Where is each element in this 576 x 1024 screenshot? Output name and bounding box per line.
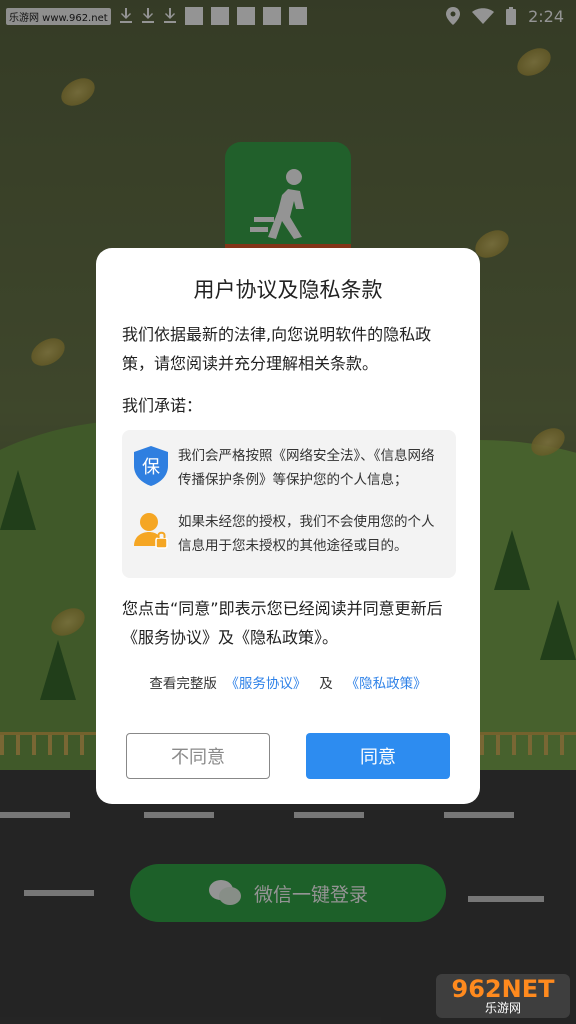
app-screen: 微信一键登录 乐游网 www.962.net 2:24 用户协议及隐私条款 我们… [0,0,576,1024]
user-lock-icon [134,513,168,549]
consent-text: 您点击“同意”即表示您已经阅读并同意更新后《服务协议》及《隐私政策》。 [122,599,443,647]
promise-item: 保 我们会严格按照《网络安全法》、《信息网络传播保护条例》等保护您的个人信息； [134,444,444,492]
dialog-buttons: 不同意 同意 [126,733,450,779]
promise-heading: 我们承诺： [122,396,203,415]
privacy-policy-link[interactable]: 《隐私政策》 [346,676,427,692]
promise-text-authorization: 如果未经您的授权，我们不会使用您的个人信息用于您未授权的其他途径或目的。 [178,514,435,554]
privacy-dialog: 用户协议及隐私条款 我们依据最新的法律,向您说明软件的隐私政策，请您阅读并充分理… [96,248,480,804]
promise-item: 如果未经您的授权，我们不会使用您的个人信息用于您未授权的其他途径或目的。 [134,510,444,558]
policy-links-row: 查看完整版 《服务协议》 及 《隐私政策》 [122,672,454,692]
promise-text-security-law: 我们会严格按照《网络安全法》、《信息网络传播保护条例》等保护您的个人信息； [178,448,435,488]
service-agreement-link[interactable]: 《服务协议》 [225,676,306,692]
brand-watermark-bottom: 乐游网 [484,1001,521,1015]
brand-watermark: 962NET 乐游网 [436,974,570,1018]
links-conjunction: 及 [319,676,333,692]
brand-watermark-top: 962NET [451,975,555,1003]
promise-box: 保 我们会严格按照《网络安全法》、《信息网络传播保护条例》等保护您的个人信息； … [122,430,456,578]
dialog-title: 用户协议及隐私条款 [193,278,383,302]
links-prefix: 查看完整版 [149,676,217,692]
shield-glyph: 保 [142,457,160,478]
shield-icon: 保 [134,446,168,486]
decline-button[interactable]: 不同意 [126,733,270,779]
dialog-intro: 我们依据最新的法律,向您说明软件的隐私政策，请您阅读并充分理解相关条款。 [122,325,432,373]
agree-button[interactable]: 同意 [306,733,450,779]
